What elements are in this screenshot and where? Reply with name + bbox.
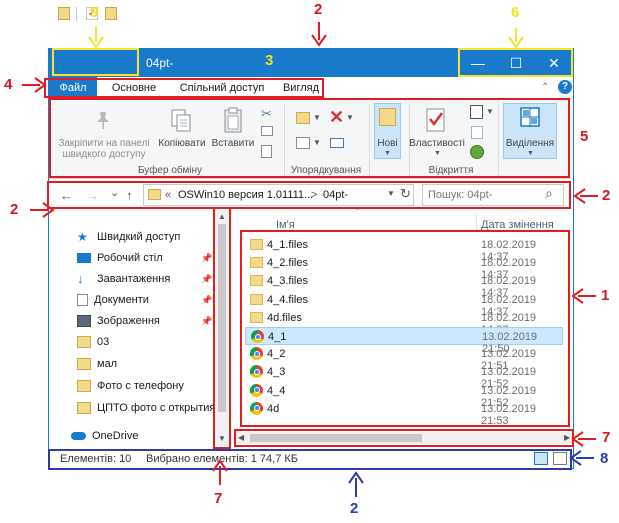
annotation-label-2-left: 2 bbox=[10, 201, 19, 218]
annotation-label-2-right: 2 bbox=[602, 187, 611, 204]
annotation-label-5: 5 bbox=[580, 128, 589, 145]
annotation-label-2-bottom: 2 bbox=[350, 500, 359, 517]
annotation-label-1: 1 bbox=[601, 287, 610, 304]
annotation-label-9: 9 bbox=[90, 4, 99, 21]
annotation-label-2-top: 2 bbox=[314, 1, 323, 18]
annotation-label-3: 3 bbox=[265, 52, 274, 69]
annotation-arrows bbox=[22, 22, 598, 497]
annotation-label-4: 4 bbox=[4, 76, 13, 93]
annotation-label-6: 6 bbox=[511, 4, 520, 21]
annotation-label-7-bottom: 7 bbox=[214, 490, 223, 507]
annotation-label-7-right: 7 bbox=[602, 429, 611, 446]
annotation-label-8: 8 bbox=[600, 450, 609, 467]
